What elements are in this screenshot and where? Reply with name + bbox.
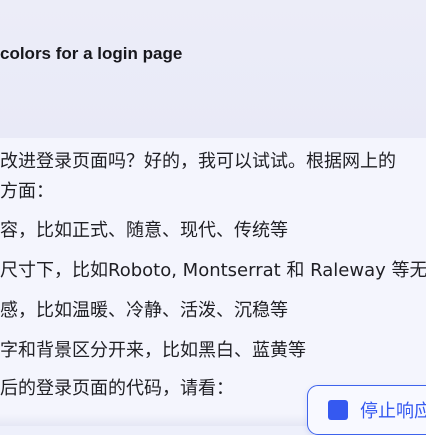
answer-line: 尺寸下，比如Roboto, Montserrat 和 Raleway 等无 bbox=[0, 260, 426, 281]
stop-square-icon bbox=[328, 400, 348, 420]
user-query-text: colors for a login page bbox=[0, 44, 183, 63]
answer-line: 感，比如温暖、冷静、活泼、沉稳等 bbox=[0, 300, 288, 321]
answer-line: 字和背景区分开来，比如黑白、蓝黄等 bbox=[0, 340, 306, 361]
answer-line: 改进登录页面吗？好的，我可以试试。根据网上的 bbox=[0, 151, 396, 172]
stop-response-label: 停止响应 bbox=[360, 401, 426, 422]
answer-line: 方面： bbox=[0, 181, 54, 202]
stop-response-button[interactable]: 停止响应 bbox=[307, 385, 426, 435]
answer-line: 容，比如正式、随意、现代、传统等 bbox=[0, 220, 288, 241]
answer-line: 后的登录页面的代码，请看： bbox=[0, 378, 234, 399]
user-message-area: colors for a login page bbox=[0, 0, 426, 138]
